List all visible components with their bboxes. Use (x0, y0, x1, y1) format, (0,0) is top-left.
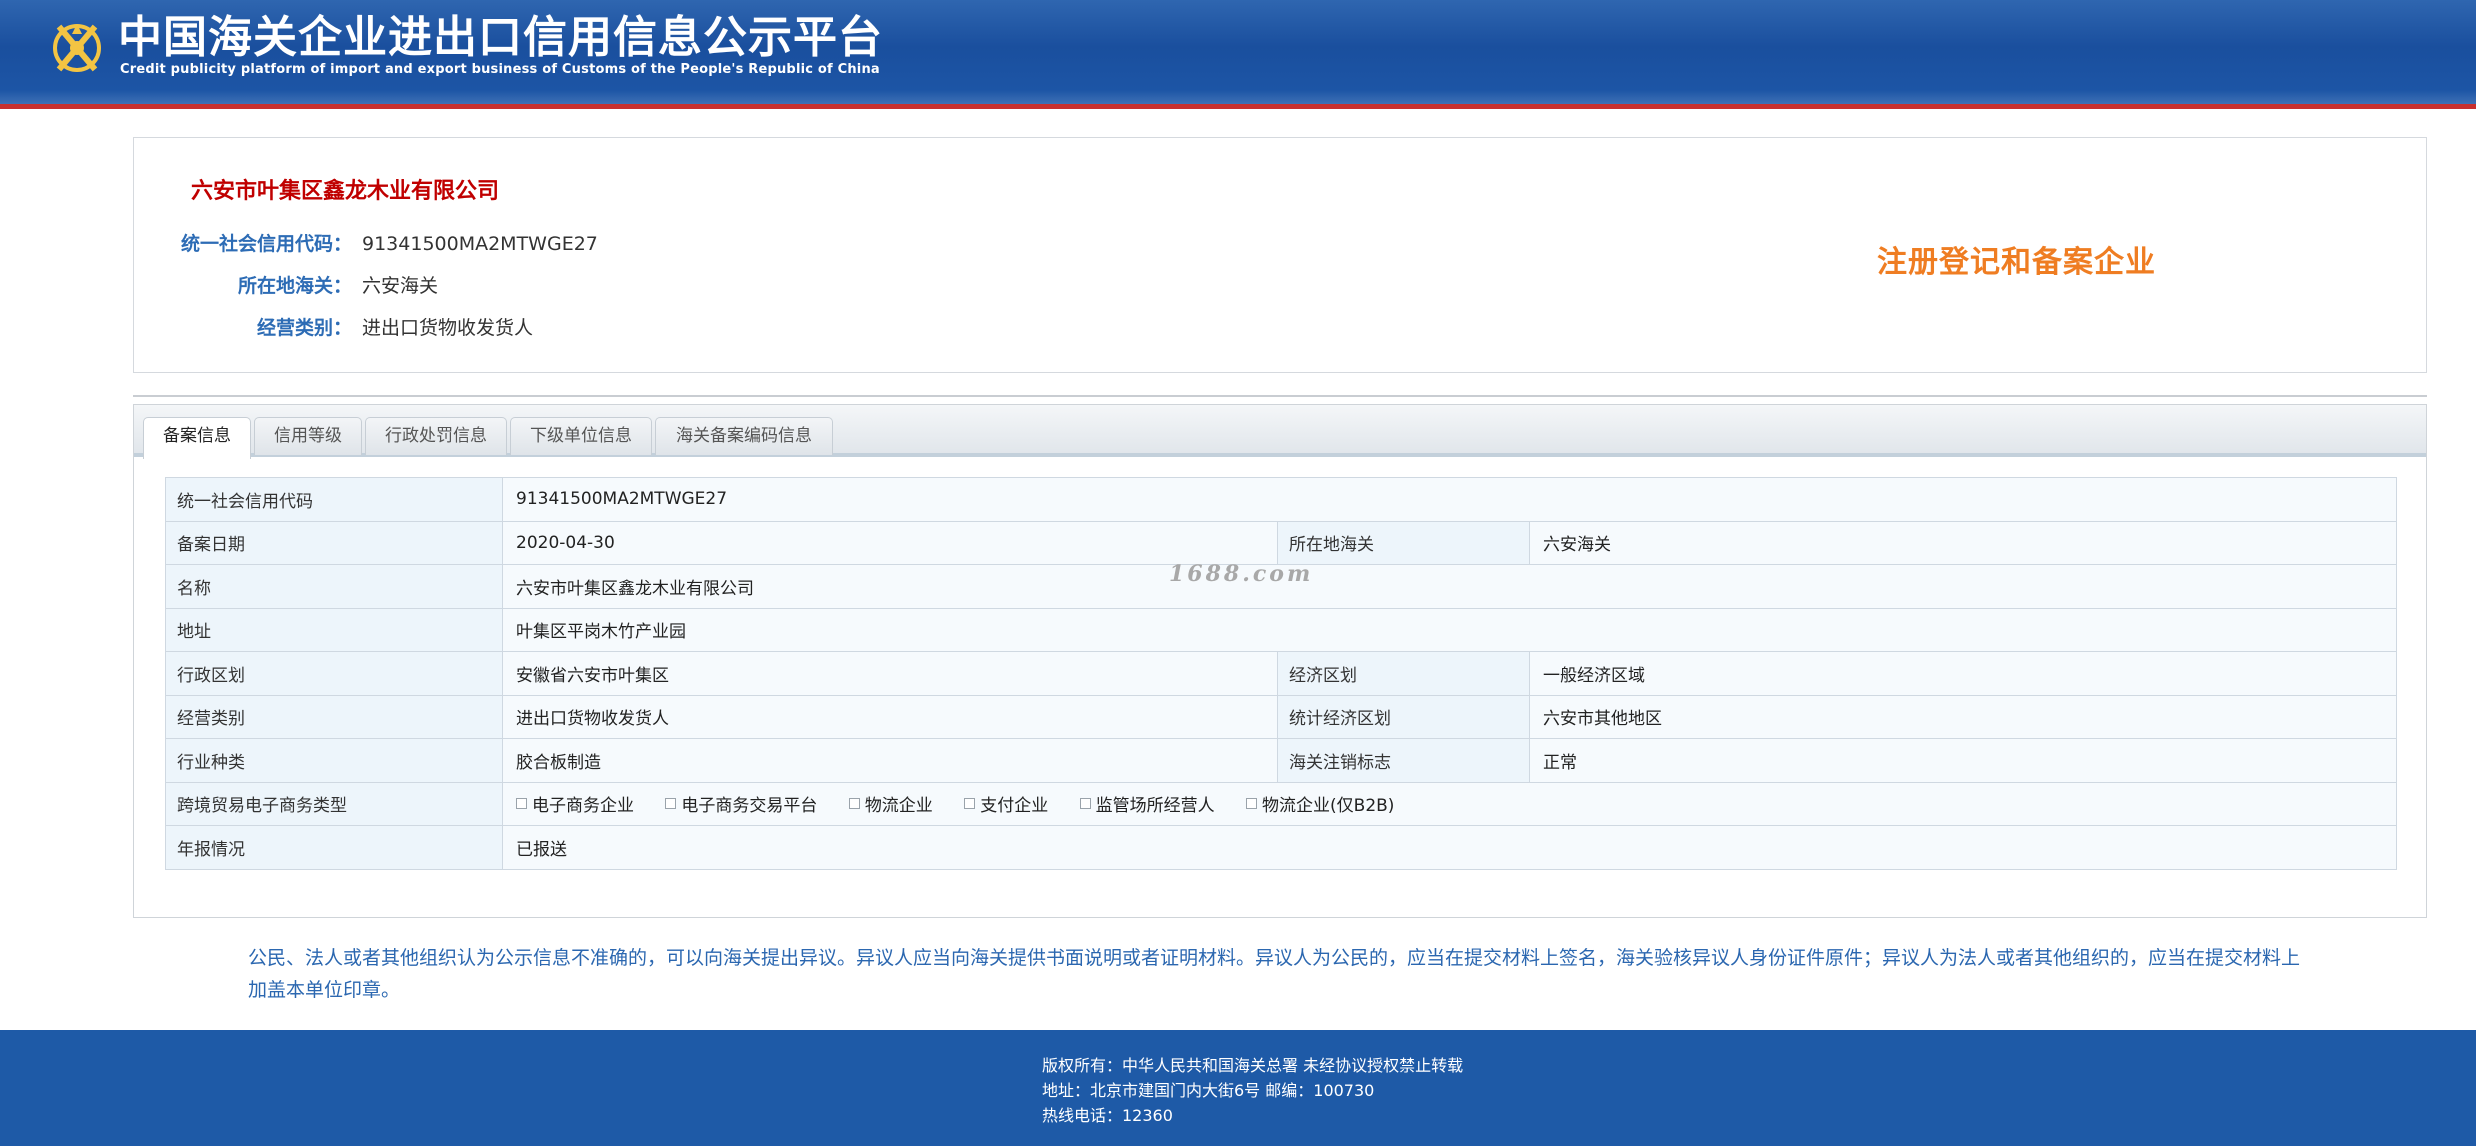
footer-address: 地址：北京市建国门内大街6号 邮编：100730 (1042, 1081, 1375, 1100)
label-ecommerce-type: 跨境贸易电子商务类型 (165, 781, 503, 826)
checkbox-label: 物流企业(仅B2B) (1262, 796, 1395, 817)
summary-label: 统一社会信用代码： (180, 233, 352, 255)
site-title: 中国海关企业进出口信用信息公示平台 (118, 12, 883, 63)
checkbox-icon[interactable] (1079, 798, 1091, 810)
value-stat-region: 六安市其他地区 (1528, 694, 2398, 739)
footer-hotline: 热线电话：12360 (1042, 1106, 1173, 1125)
footer-copyright: 版权所有：中华人民共和国海关总署 未经协议授权禁止转载 (1042, 1056, 1464, 1075)
value-customs: 六安海关 (1528, 520, 2398, 565)
checkbox-icon[interactable] (848, 798, 860, 810)
value-credit-code: 91341500MA2MTWGE27 (501, 477, 2398, 522)
value-record-date: 2020-04-30 (502, 520, 1278, 565)
site-footer: 版权所有：中华人民共和国海关总署 未经协议授权禁止转载 地址：北京市建国门内大街… (0, 1030, 2476, 1146)
tab-admin-penalty[interactable]: 行政处罚信息 (365, 417, 507, 455)
info-tab-panel: 备案信息 信用等级 行政处罚信息 下级单位信息 海关备案编码信息 统一社会信用代… (133, 404, 2427, 918)
checkbox-icon[interactable] (665, 798, 677, 810)
tab-bar: 备案信息 信用等级 行政处罚信息 下级单位信息 海关备案编码信息 (134, 405, 2426, 459)
value-business-type: 进出口货物收发货人 (502, 694, 1278, 739)
value-admin-region: 安徽省六安市叶集区 (502, 651, 1278, 696)
checkbox-label: 电子商务企业 (532, 796, 634, 817)
label-customs: 所在地海关 (1277, 520, 1530, 565)
label-cancel-flag: 海关注销标志 (1277, 738, 1530, 783)
table-row: 地址 叶集区平岗木竹产业园 (165, 607, 2398, 652)
objection-notice: 公民、法人或者其他组织认为公示信息不准确的，可以向海关提出异议。异议人应当向海关… (248, 947, 2301, 1001)
company-name: 六安市叶集区鑫龙木业有限公司 (191, 179, 500, 204)
label-credit-code: 统一社会信用代码 (165, 477, 503, 522)
site-subtitle: Credit publicity platform of import and … (120, 62, 880, 77)
table-row: 行业种类 胶合板制造 海关注销标志 正常 (165, 738, 2398, 783)
label-business-type: 经营类别 (165, 694, 503, 739)
checkbox-logistics-b2b[interactable]: 物流企业(仅B2B) (1246, 791, 1394, 816)
label-admin-region: 行政区划 (165, 651, 503, 696)
tab-customs-codes[interactable]: 海关备案编码信息 (655, 417, 833, 455)
watermark: 1688.com (1169, 561, 1314, 587)
checkbox-ecommerce-platform[interactable]: 电子商务交易平台 (665, 791, 817, 816)
checkbox-icon[interactable] (516, 798, 527, 810)
table-row: 备案日期 2020-04-30 所在地海关 六安海关 (165, 520, 2398, 565)
checkbox-icon[interactable] (964, 798, 976, 810)
summary-label: 经营类别： (256, 317, 352, 339)
value-cancel-flag: 正常 (1528, 738, 2398, 783)
customs-emblem-icon (53, 24, 101, 72)
table-row: 行政区划 安徽省六安市叶集区 经济区划 一般经济区域 (165, 651, 2398, 696)
summary-value: 91341500MA2MTWGE27 (362, 233, 598, 255)
summary-customs: 所在地海关： 六安海关 (134, 271, 438, 298)
tab-credit-level[interactable]: 信用等级 (254, 417, 362, 455)
checkbox-icon[interactable] (1246, 798, 1258, 810)
record-info-table: 统一社会信用代码 91341500MA2MTWGE27 备案日期 2020-04… (165, 477, 2398, 870)
company-status-tag: 注册登记和备案企业 (1877, 245, 2156, 280)
checkbox-supervised-site-operator[interactable]: 监管场所经营人 (1079, 791, 1215, 817)
summary-label: 所在地海关： (237, 275, 352, 297)
table-row: 经营类别 进出口货物收发货人 统计经济区划 六安市其他地区 (165, 694, 2398, 739)
value-industry: 胶合板制造 (502, 738, 1278, 783)
table-row: 年报情况 已报送 (165, 825, 2398, 870)
value-annual-report: 已报送 (501, 825, 2398, 870)
label-record-date: 备案日期 (165, 520, 503, 565)
checkbox-label: 支付企业 (980, 796, 1049, 817)
label-annual-report: 年报情况 (165, 825, 503, 870)
site-header: 中国海关企业进出口信用信息公示平台 Credit publicity platf… (0, 0, 2476, 109)
value-econ-region: 一般经济区域 (1528, 651, 2398, 696)
label-stat-region: 统计经济区划 (1277, 694, 1530, 739)
summary-value: 六安海关 (362, 275, 439, 297)
tab-record-info[interactable]: 备案信息 (143, 417, 251, 459)
label-industry: 行业种类 (165, 738, 503, 783)
checkbox-label: 物流企业 (864, 796, 933, 817)
checkbox-payment-enterprise[interactable]: 支付企业 (964, 791, 1048, 816)
section-divider (133, 395, 2427, 397)
tab-sub-units[interactable]: 下级单位信息 (510, 417, 652, 455)
company-summary-card: 六安市叶集区鑫龙木业有限公司 统一社会信用代码： 91341500MA2MTWGE… (133, 137, 2427, 373)
value-name: 六安市叶集区鑫龙木业有限公司 (501, 564, 2398, 609)
label-address: 地址 (165, 607, 503, 652)
label-econ-region: 经济区划 (1277, 651, 1530, 696)
table-row: 统一社会信用代码 91341500MA2MTWGE27 (165, 477, 2398, 522)
checkbox-ecommerce-enterprise[interactable]: 电子商务企业 (516, 791, 634, 816)
summary-value: 进出口货物收发货人 (362, 317, 534, 339)
value-address: 叶集区平岗木竹产业园 (501, 607, 2398, 652)
checkbox-label: 监管场所经营人 (1095, 796, 1215, 817)
table-row: 跨境贸易电子商务类型 电子商务企业 电子商务交易平台 物流企业 支付企业 监管场… (165, 781, 2398, 826)
value-ecommerce-type: 电子商务企业 电子商务交易平台 物流企业 支付企业 监管场所经营人 物流企业(仅… (501, 781, 2398, 826)
label-name: 名称 (165, 564, 503, 609)
summary-credit-code: 统一社会信用代码： 91341500MA2MTWGE27 (134, 229, 598, 256)
checkbox-logistics-enterprise[interactable]: 物流企业 (848, 791, 933, 817)
checkbox-label: 电子商务交易平台 (681, 796, 818, 817)
summary-business-type: 经营类别： 进出口货物收发货人 (134, 313, 533, 340)
